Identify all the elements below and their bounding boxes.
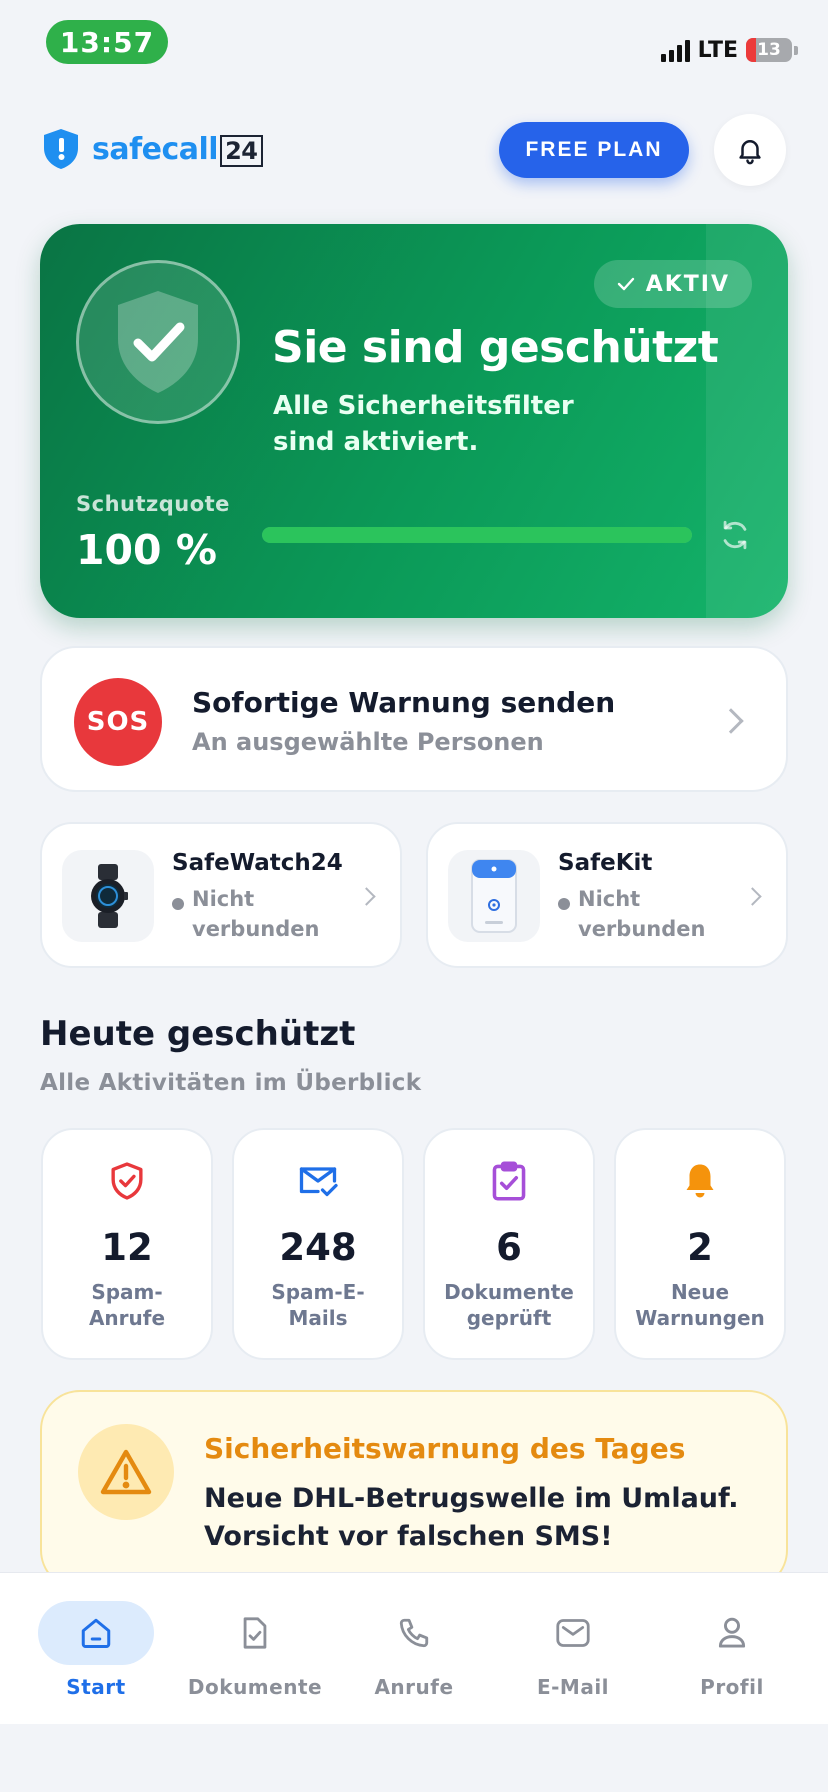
phone-icon xyxy=(399,1618,429,1648)
bell-icon xyxy=(679,1160,721,1202)
free-plan-button[interactable]: FREE PLAN xyxy=(499,122,689,178)
device-name: SafeKit xyxy=(558,850,653,876)
check-icon xyxy=(617,277,634,291)
shield-check-icon xyxy=(118,291,198,393)
mail-check-icon xyxy=(297,1160,339,1202)
warning-triangle-icon xyxy=(100,1449,152,1495)
sos-title: Sofortige Warnung senden xyxy=(192,686,616,719)
section-title: Heute geschützt xyxy=(40,1014,356,1054)
bottom-tab-bar: Start Dokumente Anrufe E-Mail Profil xyxy=(0,1572,828,1724)
device-status: Nicht verbunden xyxy=(172,884,342,944)
battery-icon: 13 xyxy=(746,38,792,62)
chevron-right-icon xyxy=(718,708,744,734)
refresh-icon[interactable] xyxy=(718,518,752,552)
chevron-right-icon xyxy=(743,887,762,906)
device-status: Nicht verbunden xyxy=(558,884,728,944)
tab-start[interactable]: Start xyxy=(16,1573,176,1725)
warning-title: Sicherheitswarnung des Tages xyxy=(204,1432,686,1465)
logo-text-24: 24 xyxy=(220,134,263,167)
protection-title: Sie sind geschützt xyxy=(272,322,719,373)
quota-progress-bar xyxy=(262,527,692,543)
quota-progress-fill xyxy=(262,527,692,543)
safekit-device-icon xyxy=(448,850,540,942)
warning-text: Neue DHL-Betrugswelle im Umlauf. Vorsich… xyxy=(204,1483,739,1552)
home-icon xyxy=(81,1618,111,1648)
tab-dokumente[interactable]: Dokumente xyxy=(175,1573,335,1725)
shield-check-icon xyxy=(106,1160,148,1202)
app-logo: safecall 24 xyxy=(38,126,263,172)
clipboard-check-icon xyxy=(488,1160,530,1202)
daily-warning-card[interactable]: Sicherheitswarnung des Tages Neue DHL-Be… xyxy=(40,1390,788,1590)
user-icon xyxy=(718,1617,746,1648)
stat-label: Neue Warnungen xyxy=(635,1280,765,1330)
sos-badge: SOS xyxy=(74,678,162,766)
sos-card[interactable]: SOS Sofortige Warnung senden An ausgewäh… xyxy=(40,646,788,792)
stat-value: 2 xyxy=(687,1226,713,1269)
stat-value: 12 xyxy=(101,1226,153,1269)
protection-status-card: AKTIV Sie sind geschützt Alle Sicherheit… xyxy=(40,224,788,618)
warning-badge xyxy=(78,1424,174,1520)
document-icon xyxy=(243,1617,267,1649)
tab-label: Start xyxy=(66,1675,126,1699)
tab-anrufe[interactable]: Anrufe xyxy=(334,1573,494,1725)
stat-value: 6 xyxy=(496,1226,522,1269)
tab-label: Profil xyxy=(700,1675,764,1699)
tab-profil[interactable]: Profil xyxy=(652,1573,812,1725)
signal-icon xyxy=(660,40,690,62)
stat-card-spam-emails[interactable]: 248 Spam-E-Mails xyxy=(232,1128,404,1360)
stat-card-documents[interactable]: 6 Dokumente geprüft xyxy=(423,1128,595,1360)
tab-email[interactable]: E-Mail xyxy=(493,1573,653,1725)
mail-icon xyxy=(556,1619,590,1647)
section-subtitle: Alle Aktivitäten im Überblick xyxy=(40,1070,422,1096)
device-name: SafeWatch24 xyxy=(172,850,343,876)
protection-subtitle: Alle Sicherheitsfilter sind aktiviert. xyxy=(273,391,574,457)
watch-icon xyxy=(62,850,154,942)
status-indicators: LTE 13 xyxy=(660,36,798,63)
stat-label: Dokumente geprüft xyxy=(444,1280,574,1330)
quota-label: Schutzquote xyxy=(76,492,230,516)
logo-text-safe: safe xyxy=(92,131,162,167)
quota-value: 100 % xyxy=(76,526,217,574)
stat-label: Spam-E-Mails xyxy=(271,1280,365,1330)
status-dot xyxy=(172,898,184,910)
device-card-safewatch[interactable]: SafeWatch24 Nicht verbunden xyxy=(40,822,402,968)
tab-label: Dokumente xyxy=(187,1675,323,1699)
logo-shield-icon xyxy=(44,129,78,169)
status-dot xyxy=(558,898,570,910)
network-type: LTE xyxy=(697,38,738,63)
device-card-safekit[interactable]: SafeKit Nicht verbunden xyxy=(426,822,788,968)
stat-card-spam-calls[interactable]: 12 Spam-Anrufe xyxy=(41,1128,213,1360)
tab-label: E-Mail xyxy=(536,1675,610,1699)
status-badge: AKTIV xyxy=(593,260,752,308)
protection-shield-badge xyxy=(76,260,240,424)
logo-text-call: call xyxy=(161,131,219,167)
tab-label: Anrufe xyxy=(374,1675,454,1699)
status-time: 13:57 xyxy=(46,20,168,64)
stat-card-warnings[interactable]: 2 Neue Warnungen xyxy=(614,1128,786,1360)
chevron-right-icon xyxy=(357,887,376,906)
stat-value: 248 xyxy=(279,1226,357,1269)
sos-subtitle: An ausgewählte Personen xyxy=(192,728,544,756)
notifications-button[interactable] xyxy=(714,114,786,186)
bell-icon xyxy=(739,140,761,165)
stat-label: Spam-Anrufe xyxy=(88,1280,166,1330)
